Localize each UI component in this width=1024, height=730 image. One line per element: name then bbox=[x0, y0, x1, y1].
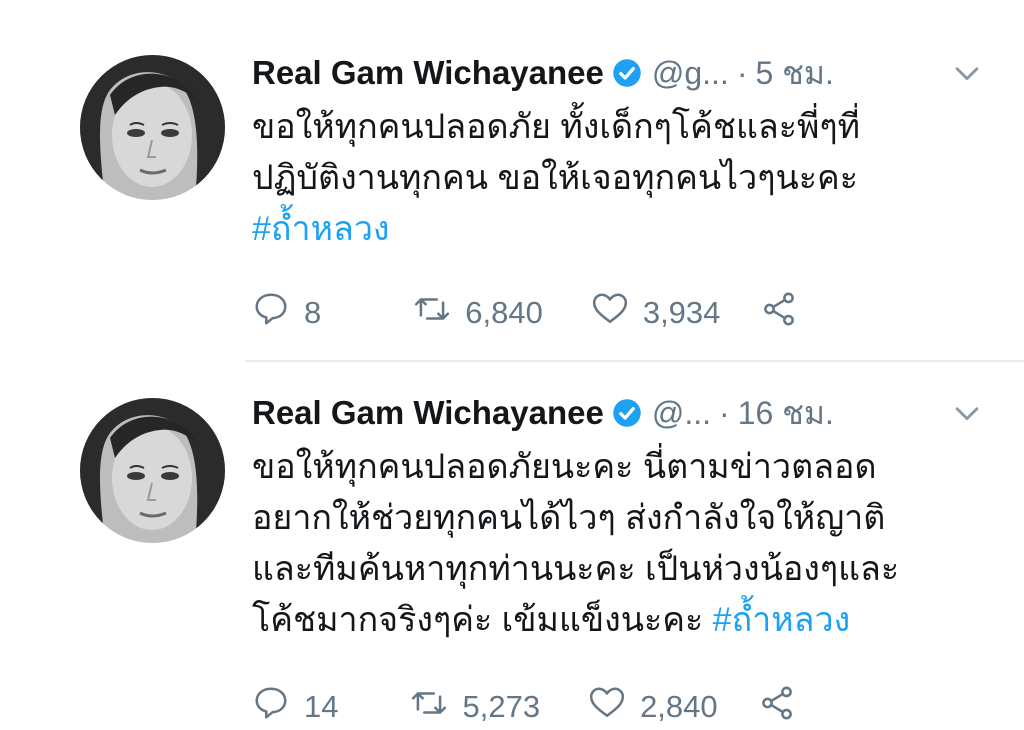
like-icon bbox=[588, 684, 626, 730]
retweet-icon bbox=[413, 290, 451, 336]
retweet-button[interactable]: 5,273 bbox=[410, 684, 540, 730]
username-handle[interactable]: @... bbox=[652, 395, 711, 432]
tweet[interactable]: Real Gam Wichayanee @... · 16 ชม. ขอให้ท… bbox=[0, 362, 1024, 725]
share-button[interactable] bbox=[758, 684, 796, 730]
avatar[interactable] bbox=[80, 398, 225, 543]
reply-icon bbox=[252, 684, 290, 730]
avatar-portrait-image bbox=[80, 398, 225, 543]
timestamp[interactable]: 16 ชม. bbox=[738, 388, 834, 439]
tweet-text-line: อยากให้ช่วยทุกคนได้ไวๆ ส่งกำลังใจให้ญาติ bbox=[252, 499, 886, 537]
tweet-text-line: และทีมค้นหาทุกท่านนะคะ เป็นห่วงน้องๆและ bbox=[252, 550, 900, 588]
retweet-count: 6,840 bbox=[465, 295, 543, 330]
like-icon bbox=[591, 290, 629, 336]
hashtag-link[interactable]: #ถ้ำหลวง bbox=[713, 601, 851, 639]
tweet-text-line: ขอให้ทุกคนปลอดภัย ทั้งเด็กๆโค้ชและพี่ๆที… bbox=[252, 108, 861, 146]
chevron-down-icon[interactable] bbox=[950, 56, 984, 90]
reply-icon bbox=[252, 290, 290, 336]
like-button[interactable]: 3,934 bbox=[591, 290, 721, 336]
share-button[interactable] bbox=[760, 290, 798, 336]
like-count: 2,840 bbox=[640, 689, 718, 724]
share-icon bbox=[758, 684, 796, 730]
chevron-down-icon[interactable] bbox=[950, 396, 984, 430]
verified-badge-icon bbox=[612, 58, 642, 88]
tweet-text: ขอให้ทุกคนปลอดภัย ทั้งเด็กๆโค้ชและพี่ๆที… bbox=[252, 102, 984, 255]
like-count: 3,934 bbox=[642, 295, 721, 330]
timestamp[interactable]: 5 ชม. bbox=[755, 48, 833, 99]
tweet-text-line: ขอให้ทุกคนปลอดภัยนะคะ นี่ตามข่าวตลอด bbox=[252, 448, 877, 486]
reply-button[interactable]: 8 bbox=[252, 290, 321, 336]
separator-dot: · bbox=[719, 394, 730, 431]
tweet-text-line: โค้ชมากจริงๆค่ะ เข้มแข็งนะคะ bbox=[252, 601, 713, 639]
avatar[interactable] bbox=[80, 55, 225, 200]
tweet-actions: 14 5,273 2,840 bbox=[252, 684, 796, 730]
retweet-button[interactable]: 6,840 bbox=[413, 290, 543, 336]
display-name[interactable]: Real Gam Wichayanee bbox=[252, 54, 604, 92]
like-button[interactable]: 2,840 bbox=[588, 684, 718, 730]
avatar-portrait-image bbox=[80, 55, 225, 200]
username-handle[interactable]: @g... bbox=[652, 55, 729, 92]
retweet-icon bbox=[410, 684, 448, 730]
reply-count: 14 bbox=[304, 689, 339, 724]
display-name[interactable]: Real Gam Wichayanee bbox=[252, 394, 604, 432]
tweet-text: ขอให้ทุกคนปลอดภัยนะคะ นี่ตามข่าวตลอด อยา… bbox=[252, 442, 984, 646]
tweet-header: Real Gam Wichayanee @g... · 5 ชม. bbox=[252, 48, 984, 98]
tweet-actions: 8 6,840 3,934 bbox=[252, 290, 798, 336]
retweet-count: 5,273 bbox=[462, 689, 541, 724]
hashtag-link[interactable]: #ถ้ำหลวง bbox=[252, 210, 390, 248]
tweet[interactable]: Real Gam Wichayanee @g... · 5 ชม. ขอให้ท… bbox=[0, 0, 1024, 360]
share-icon bbox=[760, 290, 798, 336]
tweet-header: Real Gam Wichayanee @... · 16 ชม. bbox=[252, 388, 984, 438]
reply-count: 8 bbox=[304, 295, 322, 330]
reply-button[interactable]: 14 bbox=[252, 684, 338, 730]
tweet-text-line: ปฏิบัติงานทุกคน ขอให้เจอทุกคนไวๆนะคะ bbox=[252, 159, 859, 197]
separator-dot: · bbox=[736, 54, 748, 91]
verified-badge-icon bbox=[612, 398, 642, 428]
